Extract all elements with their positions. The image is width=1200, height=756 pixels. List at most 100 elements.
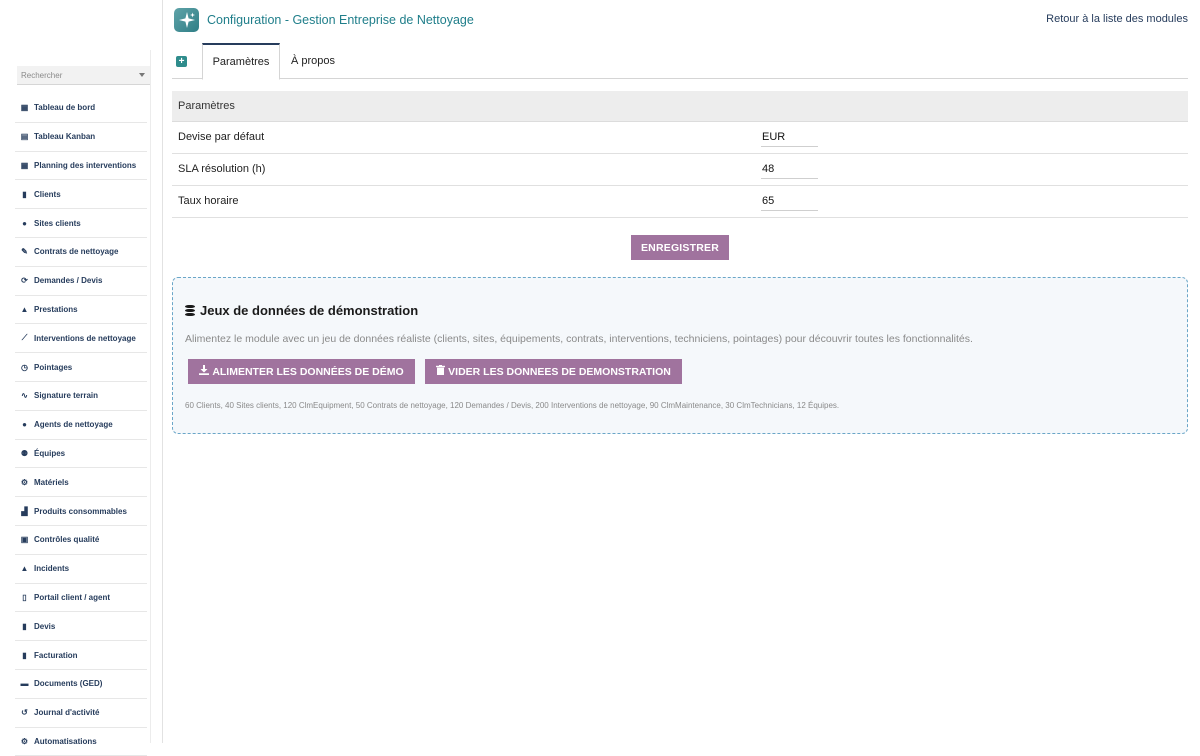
sidebar-item-interventions-de-nettoyage[interactable]: ⟋ Interventions de nettoyage [15,324,147,354]
building-icon: ▮ [22,189,27,199]
param-label-hourly-rate: Taux horaire [178,195,239,207]
sidebar-item-label: Documents (GED) [34,679,103,689]
sidebar-menu: ▦ Tableau de bord ▤ Tableau Kanban ▦ Planning… [15,94,147,756]
history-icon: ↺ [21,708,28,718]
sidebar-item-pointages[interactable]: ◷ Pointages [15,353,147,382]
sidebar-item-demandes-devis[interactable]: ⟳ Demandes / Devis [15,267,147,296]
sidebar-item-label: Prestations [34,304,78,314]
sidebar-item-label: Automatisations [34,736,97,746]
sidebar-item-label: Contrats de nettoyage [34,247,119,257]
sidebar-item-devis[interactable]: ▮ Devis [15,612,147,642]
sidebar-item-label: Facturation [34,650,78,660]
currency-input[interactable] [761,127,818,147]
demo-title-row: Jeux de données de démonstration [185,303,418,318]
sidebar-item-materiels[interactable]: ⚙ Matériels [15,468,147,498]
invoice-icon: ▮ [22,650,27,660]
signature-icon: ∿ [21,391,28,401]
param-row-currency: Devise par défaut [172,122,1188,154]
sidebar-item-label: Incidents [34,564,70,574]
sidebar-item-label: Journal d'activité [34,708,100,718]
gears-icon: ⚙ [20,477,29,487]
calendar-icon: ▦ [20,160,29,170]
sidebar-item-sites-clients[interactable]: ● Sites clients [15,209,147,238]
sidebar-item-documents-ged[interactable]: ▬ Documents (GED) [15,670,147,699]
tab-parametres[interactable]: Paramètres [202,43,280,80]
sla-input[interactable] [761,159,818,179]
service-icon: ▲ [20,304,29,314]
param-row-sla: SLA résolution (h) [172,154,1188,186]
sidebar-item-label: Clients [34,189,61,199]
trash-icon [436,365,446,378]
save-button[interactable]: ENREGISTRER [631,235,729,260]
sidebar-item-produits-consommables[interactable]: ▟ Produits consommables [15,497,147,526]
download-icon [199,365,210,378]
hourly-rate-input[interactable] [761,191,818,211]
sidebar-item-contrats-de-nettoyage[interactable]: ✎ Contrats de nettoyage [15,238,147,267]
sidebar-item-equipes[interactable]: ⚉ Équipes [15,440,147,469]
folder-icon: ▬ [20,679,29,689]
load-demo-data-label: ALIMENTER LES DONNÉES DE DÉMO [212,365,404,378]
sidebar-item-agents-de-nettoyage[interactable]: ● Agents de nettoyage [15,411,147,440]
mobile-icon: ▯ [22,592,27,602]
param-label-currency: Devise par défaut [178,131,265,143]
sidebar-item-prestations[interactable]: ▲ Prestations [15,296,147,325]
demo-description: Alimentez le module avec un jeu de donné… [185,333,973,345]
dashboard-icon: ▦ [20,103,29,113]
demo-data-panel: Jeux de données de démonstration Aliment… [172,277,1188,434]
demo-title: Jeux de données de démonstration [200,303,419,318]
sidebar-item-label: Signature terrain [34,391,99,401]
sidebar-item-journal-d-activite[interactable]: ↺ Journal d'activité [15,699,147,728]
sidebar-item-label: Contrôles qualité [34,535,100,545]
sidebar-search-select[interactable]: Rechercher [17,66,150,85]
sidebar-item-label: Agents de nettoyage [34,420,113,430]
sidebar-item-label: Équipes [34,448,66,458]
back-to-modules-link[interactable]: Retour à la liste des modules [1046,13,1188,25]
user-icon: ● [22,420,27,430]
sidebar-item-incidents[interactable]: ▲ Incidents [15,555,147,584]
sidebar-item-label: Tableau Kanban [34,132,96,142]
clear-demo-data-button[interactable]: VIDER LES DONNEES DE DEMONSTRATION [425,359,682,384]
request-icon: ⟳ [21,276,28,286]
tab-bar: + Paramètres À propos [172,43,1188,80]
module-plus-icon: + [176,56,187,67]
sidebar-item-label: Pointages [34,362,73,372]
sidebar-item-label: Interventions de nettoyage [34,333,136,343]
sidebar-item-signature-terrain[interactable]: ∿ Signature terrain [15,382,147,411]
sidebar-item-label: Devis [34,621,56,631]
contract-icon: ✎ [21,247,28,257]
load-demo-data-button[interactable]: ALIMENTER LES DONNÉES DE DÉMO [188,359,415,384]
sidebar-item-label: Planning des interventions [34,160,137,170]
sidebar-item-tableau-de-bord[interactable]: ▦ Tableau de bord [15,94,147,123]
sidebar-item-label: Portail client / agent [34,592,111,602]
sidebar-item-controles-qualite[interactable]: ▣ Contrôles qualité [15,526,147,555]
page-title: Configuration - Gestion Entreprise de Ne… [207,13,474,27]
module-logo-icon [174,8,199,32]
broom-icon: ⟋ [21,333,28,343]
database-icon [185,304,195,317]
sidebar-item-label: Sites clients [34,218,81,228]
sidebar-item-facturation[interactable]: ▮ Facturation [15,641,147,670]
sidebar-item-automatisations[interactable]: ⚙ Automatisations [15,728,147,756]
sidebar-item-clients[interactable]: ▮ Clients [15,180,147,210]
quote-file-icon: ▮ [22,621,27,631]
clipboard-check-icon: ▣ [20,535,29,545]
sidebar-item-tableau-kanban[interactable]: ▤ Tableau Kanban [15,123,147,152]
warning-icon: ▲ [20,564,29,574]
clear-demo-data-label: VIDER LES DONNEES DE DEMONSTRATION [448,365,671,378]
sidebar-item-label: Matériels [34,477,69,487]
team-icon: ⚉ [20,448,29,458]
automation-icon: ⚙ [20,736,29,746]
spray-icon: ▟ [21,506,28,516]
param-row-hourly-rate: Taux horaire [172,186,1188,218]
map-marker-icon: ● [22,218,27,228]
params-section-header: Paramètres [172,91,1188,122]
sidebar-item-label: Demandes / Devis [34,276,103,286]
clock-icon: ◷ [21,362,28,372]
tab-a-propos[interactable]: À propos [282,43,344,79]
param-label-sla: SLA résolution (h) [178,163,266,175]
sidebar-item-portail-client-agent[interactable]: ▯ Portail client / agent [15,584,147,613]
kanban-icon: ▤ [20,132,29,142]
sidebar-item-planning-des-interventions[interactable]: ▦ Planning des interventions [15,152,147,181]
sidebar-item-label: Produits consommables [34,506,127,516]
sidebar-item-label: Tableau de bord [34,103,96,113]
